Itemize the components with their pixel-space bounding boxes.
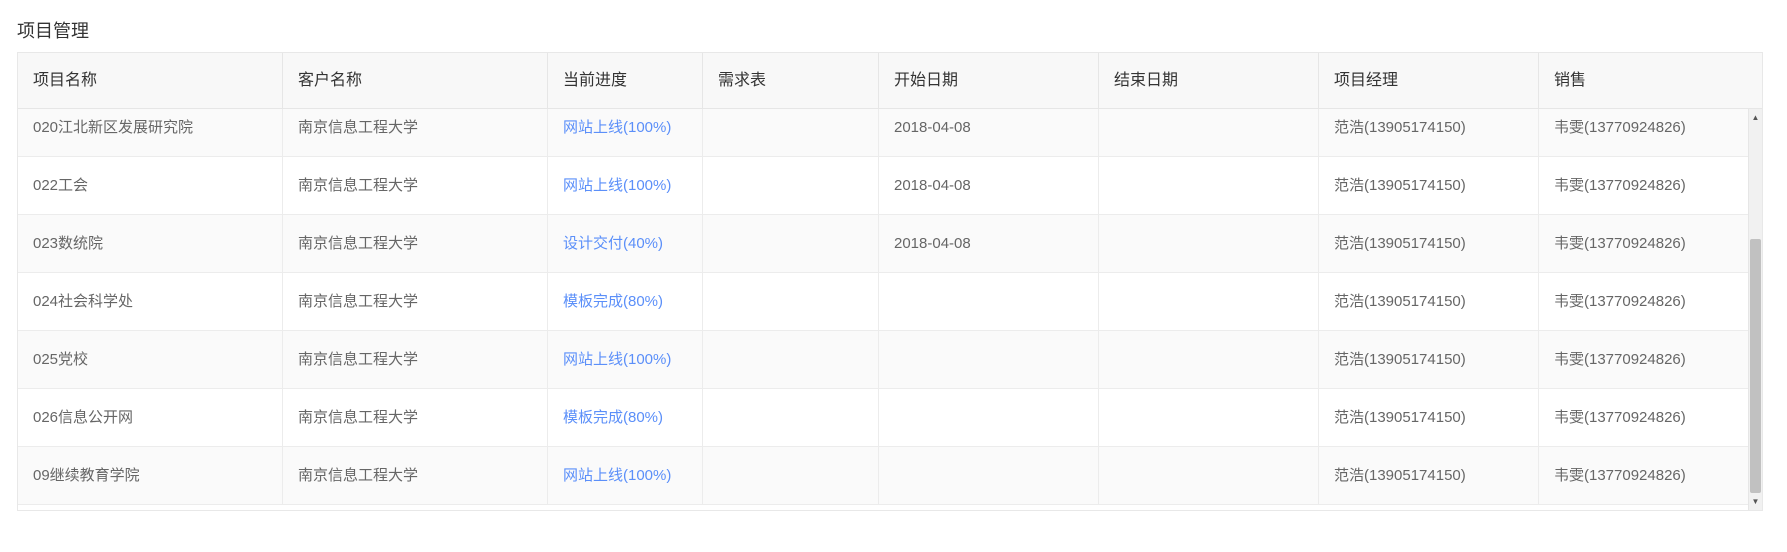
- cell-sales: 韦雯(13770924826): [1554, 119, 1686, 136]
- cell-start-date: [879, 331, 1099, 389]
- cell-progress: 网站上线(100%): [548, 447, 703, 505]
- cell-project-name: 020江北新区发展研究院: [18, 109, 283, 157]
- cell-client-name: 南京信息工程大学: [283, 109, 548, 157]
- cell-end-date: [1099, 157, 1319, 215]
- column-header-sales[interactable]: 销售: [1539, 53, 1742, 108]
- cell-client-name: 南京信息工程大学: [283, 157, 548, 215]
- scrollbar-thumb[interactable]: [1750, 239, 1761, 493]
- cell-client-name: 南京信息工程大学: [283, 447, 548, 505]
- cell-manager: 范浩(13905174150): [1319, 331, 1539, 389]
- cell-manager: 范浩(13905174150): [1319, 389, 1539, 447]
- column-header-start-date[interactable]: 开始日期: [879, 53, 1099, 108]
- page-title: 项目管理: [17, 21, 89, 41]
- cell-sales: 韦雯(13770924826): [1554, 409, 1686, 426]
- cell-progress: 网站上线(100%): [548, 109, 703, 157]
- cell-client-name: 南京信息工程大学: [283, 273, 548, 331]
- cell-start-date: [879, 389, 1099, 447]
- cell-manager: 范浩(13905174150): [1319, 157, 1539, 215]
- progress-link[interactable]: 网站上线(100%): [563, 351, 671, 368]
- cell-project-name: 09继续教育学院: [18, 447, 283, 505]
- progress-link[interactable]: 网站上线(100%): [563, 467, 671, 484]
- table-row[interactable]: 022工会 南京信息工程大学 网站上线(100%) 2018-04-08 范浩(1390…: [18, 157, 1762, 215]
- cell-requirement: [703, 109, 879, 157]
- cell-progress: 模板完成(80%): [548, 389, 703, 447]
- column-header-end-date[interactable]: 结束日期: [1099, 53, 1319, 108]
- vertical-scrollbar[interactable]: ▲ ▼: [1748, 109, 1762, 510]
- scroll-down-arrow-icon[interactable]: ▼: [1749, 495, 1762, 509]
- cell-end-date: [1099, 215, 1319, 273]
- cell-requirement: [703, 215, 879, 273]
- cell-end-date: [1099, 389, 1319, 447]
- cell-start-date: 2018-04-08: [879, 215, 1099, 273]
- cell-sales: 韦雯(13770924826): [1554, 467, 1686, 484]
- cell-project-name: 025党校: [18, 331, 283, 389]
- cell-start-date: [879, 273, 1099, 331]
- cell-progress: 模板完成(80%): [548, 273, 703, 331]
- cell-project-name: 026信息公开网: [18, 389, 283, 447]
- cell-start-date: 2018-04-08: [879, 157, 1099, 215]
- cell-sales: 韦雯(13770924826): [1554, 293, 1686, 310]
- column-header-client-name[interactable]: 客户名称: [283, 53, 548, 108]
- progress-link[interactable]: 网站上线(100%): [563, 177, 671, 194]
- cell-project-name: 024社会科学处: [18, 273, 283, 331]
- cell-sales: 韦雯(13770924826): [1554, 351, 1686, 368]
- progress-link[interactable]: 设计交付(40%): [563, 235, 663, 252]
- cell-client-name: 南京信息工程大学: [283, 389, 548, 447]
- cell-end-date: [1099, 331, 1319, 389]
- project-table: 项目名称 客户名称 当前进度 需求表 开始日期 结束日期 项目经理 销售 020…: [17, 52, 1763, 511]
- table-row[interactable]: 023数统院 南京信息工程大学 设计交付(40%) 2018-04-08 范浩(1390…: [18, 215, 1762, 273]
- cell-manager: 范浩(13905174150): [1319, 447, 1539, 505]
- cell-progress: 网站上线(100%): [548, 331, 703, 389]
- cell-manager: 范浩(13905174150): [1319, 273, 1539, 331]
- cell-project-name: 022工会: [18, 157, 283, 215]
- cell-project-name: 023数统院: [18, 215, 283, 273]
- cell-manager: 范浩(13905174150): [1319, 109, 1539, 157]
- cell-end-date: [1099, 273, 1319, 331]
- cell-sales: 韦雯(13770924826): [1554, 177, 1686, 194]
- table-row[interactable]: 020江北新区发展研究院 南京信息工程大学 网站上线(100%) 2018-04-08…: [18, 109, 1762, 157]
- progress-link[interactable]: 模板完成(80%): [563, 293, 663, 310]
- cell-progress: 设计交付(40%): [548, 215, 703, 273]
- table-row[interactable]: 09继续教育学院 南京信息工程大学 网站上线(100%) 范浩(13905174150…: [18, 447, 1762, 505]
- cell-client-name: 南京信息工程大学: [283, 215, 548, 273]
- cell-manager: 范浩(13905174150): [1319, 215, 1539, 273]
- cell-start-date: 2018-04-08: [879, 109, 1099, 157]
- table-row[interactable]: 026信息公开网 南京信息工程大学 模板完成(80%) 范浩(13905174150)…: [18, 389, 1762, 447]
- progress-link[interactable]: 网站上线(100%): [563, 119, 671, 136]
- table-header: 项目名称 客户名称 当前进度 需求表 开始日期 结束日期 项目经理 销售: [18, 53, 1762, 109]
- cell-requirement: [703, 331, 879, 389]
- scroll-up-arrow-icon[interactable]: ▲: [1749, 111, 1762, 125]
- cell-requirement: [703, 273, 879, 331]
- cell-progress: 网站上线(100%): [548, 157, 703, 215]
- cell-end-date: [1099, 109, 1319, 157]
- column-header-manager[interactable]: 项目经理: [1319, 53, 1539, 108]
- column-header-progress[interactable]: 当前进度: [548, 53, 703, 108]
- cell-requirement: [703, 157, 879, 215]
- column-header-requirement[interactable]: 需求表: [703, 53, 879, 108]
- cell-end-date: [1099, 447, 1319, 505]
- cell-sales: 韦雯(13770924826): [1554, 235, 1686, 252]
- cell-requirement: [703, 447, 879, 505]
- table-body: 020江北新区发展研究院 南京信息工程大学 网站上线(100%) 2018-04-08…: [18, 109, 1762, 510]
- cell-client-name: 南京信息工程大学: [283, 331, 548, 389]
- progress-link[interactable]: 模板完成(80%): [563, 409, 663, 426]
- cell-start-date: [879, 447, 1099, 505]
- column-header-project-name[interactable]: 项目名称: [18, 53, 283, 108]
- table-row[interactable]: 024社会科学处 南京信息工程大学 模板完成(80%) 范浩(13905174150)…: [18, 273, 1762, 331]
- table-row[interactable]: 025党校 南京信息工程大学 网站上线(100%) 范浩(13905174150) 韦雯…: [18, 331, 1762, 389]
- cell-requirement: [703, 389, 879, 447]
- table-body-rows: 020江北新区发展研究院 南京信息工程大学 网站上线(100%) 2018-04-08…: [18, 109, 1762, 505]
